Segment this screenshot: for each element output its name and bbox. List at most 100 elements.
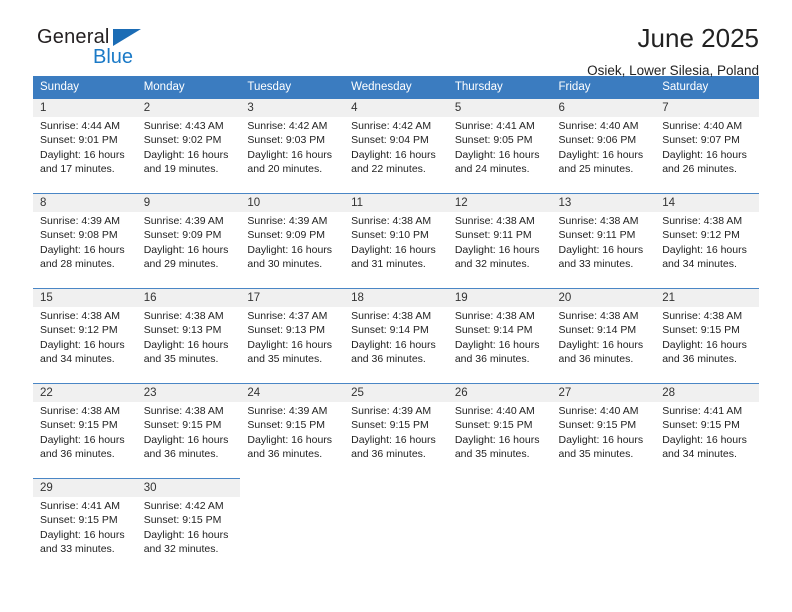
- day-number[interactable]: 12: [447, 193, 552, 212]
- sunrise-text: Sunrise: 4:42 AM: [351, 120, 432, 132]
- day-number[interactable]: 14: [655, 193, 759, 212]
- day-cell[interactable]: Sunrise: 4:38 AM Sunset: 9:14 PM Daylight:…: [551, 307, 656, 384]
- day-cell[interactable]: Sunrise: 4:40 AM Sunset: 9:15 PM Daylight:…: [447, 402, 552, 479]
- day-number[interactable]: 8: [33, 193, 137, 212]
- daylight-2-text: and 33 minutes.: [40, 542, 115, 555]
- day-number[interactable]: 2: [136, 99, 241, 117]
- day-cell[interactable]: Sunrise: 4:42 AM Sunset: 9:03 PM Daylight:…: [240, 117, 345, 194]
- sunset-text: Sunset: 9:09 PM: [247, 229, 326, 242]
- daylight-2-text: and 31 minutes.: [351, 257, 426, 270]
- sunrise-text: Sunrise: 4:38 AM: [40, 405, 120, 417]
- calendar-body: 1 2 3 4 5 6 7 Sunrise: 4:44 AM Sunset: 9:01 PM Da…: [33, 99, 759, 573]
- day-number[interactable]: 19: [447, 288, 552, 307]
- day-cell[interactable]: Sunrise: 4:40 AM Sunset: 9:07 PM Daylight:…: [655, 117, 759, 194]
- daylight-2-text: and 35 minutes.: [558, 447, 634, 460]
- daylight-2-text: and 28 minutes.: [40, 257, 115, 270]
- day-number[interactable]: 11: [344, 193, 448, 212]
- day-cell[interactable]: Sunrise: 4:39 AM Sunset: 9:09 PM Daylight:…: [240, 212, 345, 289]
- day-number[interactable]: 7: [655, 99, 759, 117]
- day-number[interactable]: 16: [136, 288, 241, 307]
- page-header: General Blue June 2025 Osiek, Lower Sile…: [33, 0, 759, 78]
- daylight-1-text: Daylight: 16 hours: [454, 148, 540, 161]
- day-number[interactable]: 28: [655, 383, 759, 402]
- sunset-text: Sunset: 9:09 PM: [143, 229, 222, 242]
- day-cell[interactable]: Sunrise: 4:41 AM Sunset: 9:15 PM Daylight:…: [33, 497, 137, 573]
- day-number[interactable]: 22: [33, 383, 137, 402]
- day-number[interactable]: 3: [240, 99, 345, 117]
- sunrise-text: Sunrise: 4:38 AM: [558, 310, 639, 322]
- daylight-2-text: and 25 minutes.: [558, 162, 634, 175]
- day-number[interactable]: 13: [551, 193, 656, 212]
- day-cell[interactable]: Sunrise: 4:38 AM Sunset: 9:14 PM Daylight:…: [447, 307, 552, 384]
- day-number[interactable]: 1: [33, 99, 137, 117]
- empty-day-cell: [240, 497, 345, 573]
- day-cell[interactable]: Sunrise: 4:40 AM Sunset: 9:06 PM Daylight:…: [551, 117, 656, 194]
- sunrise-text: Sunrise: 4:41 AM: [454, 120, 535, 132]
- weekday-header-monday: Monday: [136, 76, 241, 99]
- day-cell[interactable]: Sunrise: 4:38 AM Sunset: 9:11 PM Daylight:…: [551, 212, 656, 289]
- sunrise-text: Sunrise: 4:39 AM: [351, 405, 432, 417]
- empty-day-cell: [447, 497, 552, 573]
- calendar-week-details: Sunrise: 4:38 AM Sunset: 9:12 PM Daylight:…: [33, 307, 759, 384]
- day-cell[interactable]: Sunrise: 4:40 AM Sunset: 9:15 PM Daylight:…: [551, 402, 656, 479]
- day-cell[interactable]: Sunrise: 4:38 AM Sunset: 9:10 PM Daylight:…: [344, 212, 448, 289]
- day-cell[interactable]: Sunrise: 4:38 AM Sunset: 9:13 PM Daylight:…: [136, 307, 241, 384]
- day-number[interactable]: 25: [344, 383, 448, 402]
- day-cell[interactable]: Sunrise: 4:38 AM Sunset: 9:12 PM Daylight:…: [655, 212, 759, 289]
- day-cell[interactable]: Sunrise: 4:38 AM Sunset: 9:15 PM Daylight:…: [655, 307, 759, 384]
- day-number[interactable]: 24: [240, 383, 345, 402]
- sunrise-text: Sunrise: 4:40 AM: [454, 405, 535, 417]
- sunset-text: Sunset: 9:03 PM: [247, 134, 326, 147]
- day-cell[interactable]: Sunrise: 4:38 AM Sunset: 9:12 PM Daylight:…: [33, 307, 137, 384]
- daylight-1-text: Daylight: 16 hours: [143, 243, 229, 256]
- day-cell[interactable]: Sunrise: 4:38 AM Sunset: 9:15 PM Daylight:…: [136, 402, 241, 479]
- day-number[interactable]: 6: [551, 99, 656, 117]
- general-blue-logo[interactable]: General Blue: [37, 26, 217, 74]
- day-number[interactable]: 9: [136, 193, 241, 212]
- day-number[interactable]: 10: [240, 193, 345, 212]
- day-cell[interactable]: Sunrise: 4:42 AM Sunset: 9:15 PM Daylight:…: [136, 497, 241, 573]
- day-number[interactable]: 27: [551, 383, 656, 402]
- day-number[interactable]: 26: [447, 383, 552, 402]
- daylight-1-text: Daylight: 16 hours: [558, 243, 644, 256]
- sunset-text: Sunset: 9:15 PM: [662, 419, 740, 432]
- daylight-1-text: Daylight: 16 hours: [40, 528, 125, 541]
- day-cell[interactable]: Sunrise: 4:43 AM Sunset: 9:02 PM Daylight:…: [136, 117, 241, 194]
- logo-text-blue: Blue: [93, 46, 134, 68]
- day-cell[interactable]: Sunrise: 4:39 AM Sunset: 9:09 PM Daylight:…: [136, 212, 241, 289]
- day-cell[interactable]: Sunrise: 4:39 AM Sunset: 9:15 PM Daylight:…: [240, 402, 345, 479]
- daylight-2-text: and 35 minutes.: [454, 447, 530, 460]
- day-cell[interactable]: Sunrise: 4:38 AM Sunset: 9:14 PM Daylight:…: [344, 307, 448, 384]
- day-number[interactable]: 29: [33, 478, 137, 497]
- daylight-1-text: Daylight: 16 hours: [662, 338, 747, 351]
- day-number[interactable]: 21: [655, 288, 759, 307]
- day-cell[interactable]: Sunrise: 4:42 AM Sunset: 9:04 PM Daylight:…: [344, 117, 448, 194]
- day-number[interactable]: 17: [240, 288, 345, 307]
- day-cell[interactable]: Sunrise: 4:39 AM Sunset: 9:08 PM Daylight:…: [33, 212, 137, 289]
- day-number[interactable]: 20: [551, 288, 656, 307]
- day-cell[interactable]: Sunrise: 4:41 AM Sunset: 9:15 PM Daylight:…: [655, 402, 759, 479]
- day-cell[interactable]: Sunrise: 4:38 AM Sunset: 9:11 PM Daylight:…: [447, 212, 552, 289]
- sunrise-text: Sunrise: 4:38 AM: [558, 215, 639, 227]
- day-cell[interactable]: Sunrise: 4:38 AM Sunset: 9:15 PM Daylight:…: [33, 402, 137, 479]
- day-number[interactable]: 23: [136, 383, 241, 402]
- title-block: June 2025 Osiek, Lower Silesia, Poland: [587, 22, 759, 81]
- empty-day-number: [551, 478, 656, 497]
- day-number[interactable]: 4: [344, 99, 448, 117]
- sunset-text: Sunset: 9:14 PM: [454, 324, 533, 337]
- day-cell[interactable]: Sunrise: 4:37 AM Sunset: 9:13 PM Daylight:…: [240, 307, 345, 384]
- calendar-week-daynumbers: 8 9 10 11 12 13 14: [33, 193, 759, 212]
- day-cell[interactable]: Sunrise: 4:41 AM Sunset: 9:05 PM Daylight:…: [447, 117, 552, 194]
- day-cell[interactable]: Sunrise: 4:39 AM Sunset: 9:15 PM Daylight:…: [344, 402, 448, 479]
- daylight-2-text: and 35 minutes.: [143, 352, 219, 365]
- day-number[interactable]: 15: [33, 288, 137, 307]
- day-number[interactable]: 18: [344, 288, 448, 307]
- day-cell[interactable]: Sunrise: 4:44 AM Sunset: 9:01 PM Daylight:…: [33, 117, 137, 194]
- day-number[interactable]: 30: [136, 478, 241, 497]
- daylight-2-text: and 34 minutes.: [40, 352, 115, 365]
- day-number[interactable]: 5: [447, 99, 552, 117]
- daylight-2-text: and 36 minutes.: [351, 447, 426, 460]
- sunset-text: Sunset: 9:12 PM: [662, 229, 740, 242]
- daylight-1-text: Daylight: 16 hours: [247, 433, 333, 446]
- page-title: June 2025: [637, 23, 759, 53]
